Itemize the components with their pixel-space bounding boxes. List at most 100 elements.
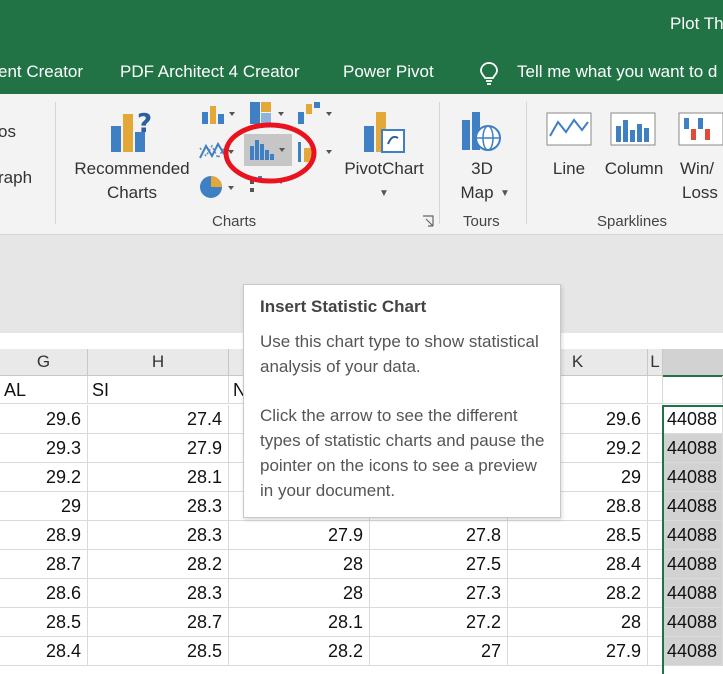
table-cell[interactable]: 28.5 <box>508 521 648 550</box>
cell-header-g[interactable]: AL <box>0 376 88 404</box>
table-cell[interactable]: 44088 <box>663 434 723 463</box>
table-cell[interactable]: 28.2 <box>229 637 370 666</box>
tours-group-label: Tours <box>463 213 500 230</box>
table-cell[interactable] <box>648 492 663 521</box>
cell-header-m[interactable] <box>663 376 723 404</box>
table-cell[interactable]: 44088 <box>663 463 723 492</box>
3d-map-button[interactable]: 3D Map ▼ <box>446 102 518 212</box>
sparkline-winloss-label-2: Loss <box>682 183 718 202</box>
sparkline-line-icon <box>546 112 592 151</box>
table-cell[interactable] <box>648 405 663 434</box>
ribbon-partial-label-2[interactable]: raph <box>0 168 32 188</box>
table-cell[interactable]: 27.4 <box>88 405 229 434</box>
table-cell[interactable]: 27.9 <box>229 521 370 550</box>
tab-document-creator[interactable]: ent Creator <box>0 62 83 82</box>
group-separator <box>439 102 440 224</box>
table-cell[interactable] <box>648 608 663 637</box>
table-cell[interactable]: 27.9 <box>88 434 229 463</box>
3d-map-label-1: 3D <box>471 159 493 178</box>
table-cell[interactable]: 28.1 <box>229 608 370 637</box>
tell-me-search[interactable]: Tell me what you want to d <box>517 62 717 82</box>
table-cell[interactable]: 28.7 <box>0 550 88 579</box>
ribbon-tabs: ent Creator PDF Architect 4 Creator Powe… <box>0 52 723 94</box>
table-cell[interactable]: 28.5 <box>0 608 88 637</box>
table-cell[interactable]: 44088 <box>663 550 723 579</box>
dialog-launcher-icon[interactable] <box>422 214 434 232</box>
window-title: Plot Th <box>670 14 723 33</box>
sparkline-column-button[interactable]: Column <box>602 102 666 212</box>
table-cell[interactable] <box>648 637 663 666</box>
sparkline-winloss-label-1: Win/ <box>680 159 714 178</box>
table-cell[interactable]: 29.6 <box>0 405 88 434</box>
sparklines-group-label: Sparklines <box>597 213 668 230</box>
table-cell[interactable]: 28.2 <box>88 550 229 579</box>
table-cell[interactable]: 44088 <box>663 492 723 521</box>
chevron-down-icon: ▼ <box>500 188 510 199</box>
table-cell[interactable]: 44088 <box>663 405 723 434</box>
table-cell[interactable]: 44088 <box>663 637 723 666</box>
tab-pdf-architect[interactable]: PDF Architect 4 Creator <box>120 62 300 82</box>
sparkline-winloss-icon <box>678 112 723 151</box>
recommended-charts-label-1: Recommended <box>74 159 190 178</box>
table-cell[interactable]: 28.9 <box>0 521 88 550</box>
table-cell[interactable]: 28.4 <box>0 637 88 666</box>
table-cell[interactable]: 44088 <box>663 608 723 637</box>
table-cell[interactable]: 28 <box>508 608 648 637</box>
ribbon-partial-label-1[interactable]: os <box>0 122 16 142</box>
tooltip-body-2: Click the arrow to see the different typ… <box>260 406 545 500</box>
table-cell[interactable] <box>648 579 663 608</box>
table-cell[interactable]: 27.2 <box>370 608 508 637</box>
table-cell[interactable] <box>648 434 663 463</box>
selection-border <box>662 405 723 407</box>
table-cell[interactable] <box>648 550 663 579</box>
table-cell[interactable]: 27 <box>370 637 508 666</box>
ribbon: os raph ? Recommended Charts PivotChart … <box>0 94 723 235</box>
table-cell[interactable]: 28 <box>229 550 370 579</box>
cell-header-l[interactable] <box>648 376 663 404</box>
column-header-h[interactable]: H <box>88 349 229 376</box>
globe-map-icon <box>460 106 504 161</box>
table-cell[interactable] <box>648 463 663 492</box>
table-cell[interactable]: 28.3 <box>88 579 229 608</box>
charts-group-label: Charts <box>212 213 257 230</box>
table-cell[interactable] <box>648 521 663 550</box>
table-cell[interactable]: 28.6 <box>0 579 88 608</box>
column-header-g[interactable]: G <box>0 349 88 376</box>
table-cell[interactable]: 44088 <box>663 521 723 550</box>
table-cell[interactable]: 29.3 <box>0 434 88 463</box>
column-header-m[interactable] <box>663 349 723 377</box>
table-cell[interactable]: 29.2 <box>0 463 88 492</box>
table-cell[interactable]: 44088 <box>663 579 723 608</box>
table-cell[interactable]: 28.5 <box>88 637 229 666</box>
recommended-charts-icon: ? <box>107 106 157 161</box>
3d-map-label-2: Map <box>460 183 494 202</box>
lightbulb-icon[interactable] <box>478 61 500 90</box>
sparkline-column-icon <box>610 112 656 151</box>
chevron-down-icon: ▼ <box>379 188 389 199</box>
tab-power-pivot[interactable]: Power Pivot <box>343 62 434 82</box>
sparkline-winloss-button[interactable]: Win/ Loss <box>672 102 723 212</box>
table-cell[interactable]: 28 <box>229 579 370 608</box>
pivotchart-icon <box>360 106 410 161</box>
selection-border <box>662 405 664 674</box>
pivotchart-button[interactable]: PivotChart ▼ <box>336 102 432 212</box>
sparkline-line-button[interactable]: Line <box>538 102 602 212</box>
column-header-l[interactable]: L <box>648 349 663 376</box>
tooltip-title: Insert Statistic Chart <box>260 297 427 316</box>
table-cell[interactable]: 27.8 <box>370 521 508 550</box>
cell-header-h[interactable]: SI <box>88 376 229 404</box>
table-cell[interactable]: 28.1 <box>88 463 229 492</box>
table-cell[interactable]: 27.5 <box>370 550 508 579</box>
table-cell[interactable]: 28.2 <box>508 579 648 608</box>
table-cell[interactable]: 29 <box>0 492 88 521</box>
table-cell[interactable]: 28.7 <box>88 608 229 637</box>
table-cell[interactable]: 28.3 <box>88 521 229 550</box>
table-cell[interactable]: 28.3 <box>88 492 229 521</box>
table-cell[interactable]: 27.3 <box>370 579 508 608</box>
table-cell[interactable]: 27.9 <box>508 637 648 666</box>
table-cell[interactable]: 28.4 <box>508 550 648 579</box>
group-separator <box>55 102 56 224</box>
pivotchart-label: PivotChart <box>344 159 424 178</box>
recommended-charts-button[interactable]: ? Recommended Charts <box>62 102 202 206</box>
highlight-circle <box>222 120 318 191</box>
